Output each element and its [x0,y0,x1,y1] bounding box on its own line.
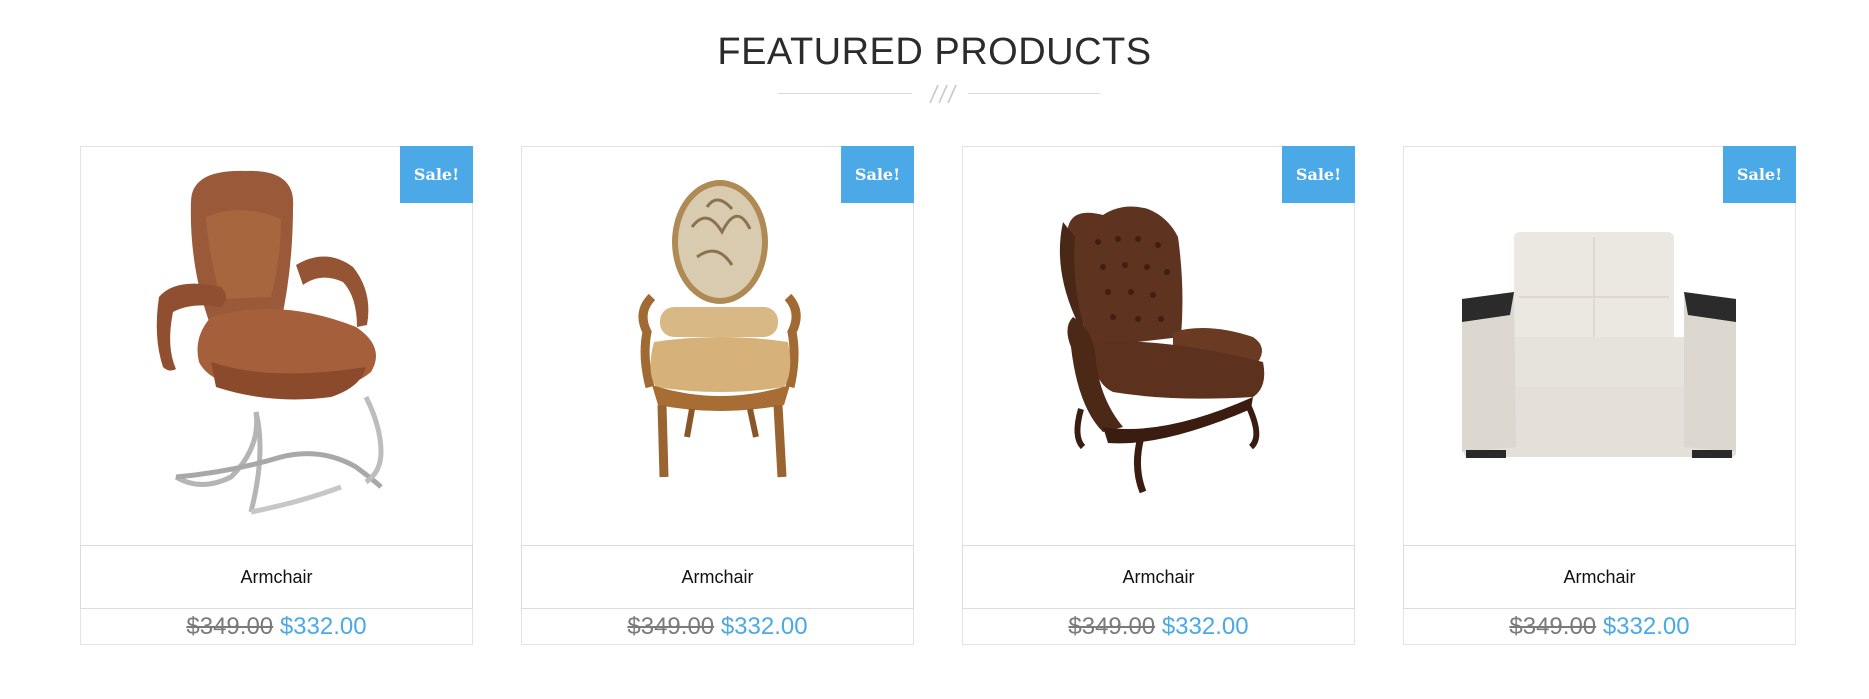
ornate-wooden-chair-icon [638,180,801,478]
product-image[interactable]: Sale! [522,146,914,545]
product-image[interactable]: Sale! [963,146,1355,545]
price-row: $349.00 $332.00 [522,609,913,645]
product-name[interactable]: Armchair [962,545,1355,609]
product-image[interactable]: Sale! [1404,146,1796,545]
sale-price: $332.00 [1161,613,1249,640]
old-price: $349.00 [1068,613,1156,640]
old-price: $349.00 [1509,613,1597,640]
price-row: $349.00 $332.00 [1404,609,1795,645]
sale-badge: Sale! [1723,146,1796,203]
price-row: $349.00 $332.00 [81,609,472,645]
divider-line-right [968,93,1100,94]
divider-slashes-icon [929,84,957,104]
title-divider [778,82,1100,106]
sale-badge: Sale! [1282,146,1355,203]
product-name[interactable]: Armchair [80,545,473,609]
product-card[interactable]: Sale! Armchair $349.00 $332.00 [1403,146,1796,645]
sale-badge: Sale! [400,146,473,203]
product-image[interactable]: Sale! [81,146,473,545]
product-card[interactable]: Sale! Armchair $349.00 $332.00 [80,146,473,645]
white-modern-armchair-icon [1462,232,1736,458]
sale-badge: Sale! [841,146,914,203]
divider-line-left [778,93,912,94]
product-grid: Sale! Armchair $349.00 $332.00 Sale! Arm… [80,146,1796,646]
sale-price: $332.00 [279,613,367,640]
price-row: $349.00 $332.00 [963,609,1354,645]
tufted-leather-wingback-chair-icon [1059,206,1265,494]
section-title: FEATURED PRODUCTS [717,31,1152,73]
product-card[interactable]: Sale! Armchair $349.00 $332.00 [962,146,1355,645]
product-card[interactable]: Sale! Armchair $349.00 $332.00 [521,146,914,645]
featured-products-page: FEATURED PRODUCTS Sale! Armchair $349.00… [0,0,1869,699]
sale-price: $332.00 [720,613,808,640]
old-price: $349.00 [627,613,715,640]
brown-office-chair-icon [156,170,384,515]
product-name[interactable]: Armchair [1403,545,1796,609]
sale-price: $332.00 [1602,613,1690,640]
old-price: $349.00 [186,613,274,640]
product-name[interactable]: Armchair [521,545,914,609]
